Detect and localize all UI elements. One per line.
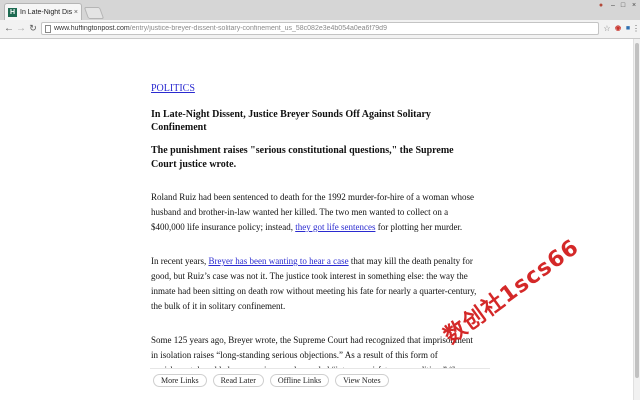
new-tab-button[interactable] [83,7,105,19]
url-path: /entry/justice-breyer-dissent-solitary-c… [129,25,387,32]
article-headline: In Late-Night Dissent, Justice Breyer So… [151,109,431,133]
browser-window: H In Late-Night Dissent × ● – □ × ← → ↻ … [0,0,640,400]
minimize-icon[interactable]: – [608,1,618,10]
article: POLITICS In Late-Night Dissent, Justice … [151,78,481,400]
tab-close-icon[interactable]: × [74,9,78,16]
reader-link-bar: More Links Read Later Offline Links View… [150,368,490,400]
article-paragraph: Roland Ruiz had been sentenced to death … [151,190,481,235]
huffpost-favicon-icon: H [8,7,17,17]
extension-icon[interactable]: ◉ [613,23,623,34]
paragraph-text: In recent years, [151,256,209,266]
star-icon[interactable]: ☆ [602,23,612,34]
article-paragraph: In recent years, Breyer has been wanting… [151,254,481,314]
forward-arrow-icon[interactable]: → [15,22,27,35]
address-bar[interactable]: www.huffingtonpost.com/entry/justice-bre… [41,22,599,35]
reload-icon[interactable]: ↻ [27,22,39,35]
scrollbar-thumb[interactable] [635,43,639,378]
page-viewport: POLITICS In Late-Night Dissent, Justice … [0,39,640,400]
section-link[interactable]: POLITICS [151,83,195,94]
browser-toolbar: ← → ↻ www.huffingtonpost.com/entry/justi… [0,20,640,39]
paragraph-text: for plotting her murder. [375,222,463,232]
tab-strip: H In Late-Night Dissent × ● – □ × [0,0,640,21]
tab-title: In Late-Night Dissent [20,8,72,16]
browser-tab[interactable]: H In Late-Night Dissent × [4,3,82,20]
menu-icon[interactable]: ⋮ [631,23,640,34]
profile-icon[interactable]: ● [596,1,606,10]
link-bar-buttons: More Links Read Later Offline Links View… [153,374,395,387]
article-dek: The punishment raises "serious constitut… [151,145,454,170]
life-sentences-link[interactable]: they got life sentences [295,222,375,232]
more-links-button[interactable]: More Links [153,374,207,387]
page-icon [45,24,51,33]
url-host: www.huffingtonpost.com [54,25,130,32]
read-later-button[interactable]: Read Later [212,374,264,387]
scrollbar[interactable] [633,39,640,400]
view-notes-button[interactable]: View Notes [335,374,389,387]
breyer-case-link[interactable]: Breyer has been wanting to hear a case [208,256,348,266]
close-window-icon[interactable]: × [629,1,639,10]
maximize-icon[interactable]: □ [618,1,628,10]
offline-links-button[interactable]: Offline Links [269,374,330,387]
back-arrow-icon[interactable]: ← [3,22,15,35]
url-text: www.huffingtonpost.com/entry/justice-bre… [54,25,387,32]
